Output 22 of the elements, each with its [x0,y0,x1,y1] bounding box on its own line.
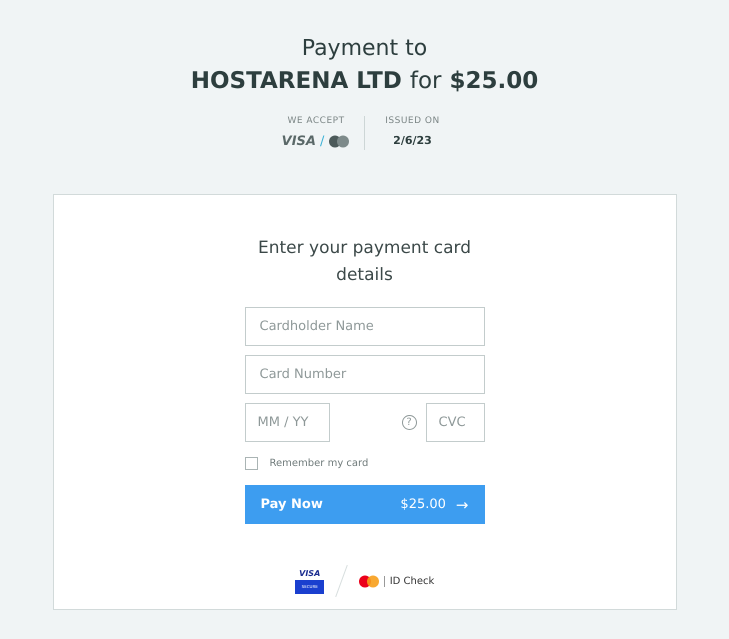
form-title: Enter your payment card details [256,237,472,287]
issued-date: 2/6/23 [393,134,432,147]
expiry-field[interactable]: MM / YY [244,403,330,442]
cvc-field[interactable]: CVC [426,403,484,442]
mastercard-icon [358,574,380,588]
visa-logo: VISA [282,134,316,149]
accept-label: WE ACCEPT [287,116,345,126]
heading-text: for [410,67,442,96]
text-field[interactable]: Cardholder Name [244,307,484,346]
checkbox-label: Remember my card [270,458,368,469]
visa-logo: VISA [299,568,320,578]
payment-heading: Payment to [302,35,428,63]
separator: / [320,134,324,149]
pay-now-button[interactable]: Pay Now $25.00 → [244,485,484,524]
text-field[interactable]: Card Number [244,355,484,394]
issued-label: ISSUED ON [385,116,440,126]
merchant-name: HOSTARENA LTD [190,67,402,96]
checkbox[interactable] [244,457,258,470]
payment-amount: $25.00 [450,67,538,96]
help-icon[interactable]: ? [402,415,416,430]
mastercard-icon [328,135,350,148]
id-check-label: ID Check [384,576,434,586]
